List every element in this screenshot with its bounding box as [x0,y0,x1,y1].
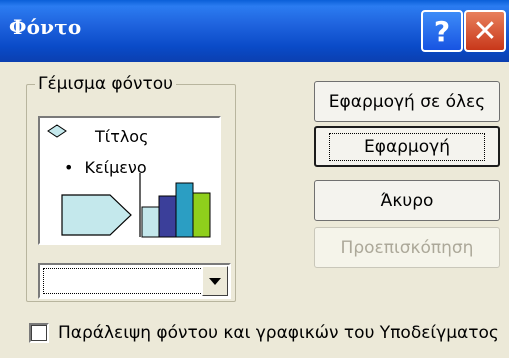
preview-bar-1 [141,206,160,238]
apply-all-label: Εφαρμογή σε όλες [328,91,486,112]
preview-button[interactable]: Προεπισκόπηση [314,227,500,268]
preview-diamond-icon [47,124,67,138]
cancel-label: Άκυρο [380,190,434,211]
apply-button[interactable]: Εφαρμογή [314,126,500,167]
chevron-down-icon [209,277,221,285]
dropdown-arrow-button[interactable] [202,266,228,296]
preview-bar-3 [175,182,194,238]
cancel-button[interactable]: Άκυρο [314,180,500,221]
slide-preview: Τίτλος • Κείμενο [38,116,221,245]
omit-master-graphics-label: Παράλειψη φόντου και γραφικών του Υποδεί… [58,323,499,343]
close-button[interactable]: ✕ [464,10,506,52]
help-button[interactable]: ? [421,10,463,52]
help-icon: ? [433,14,451,48]
title-bar: Φόντο ? ✕ [0,0,509,62]
omit-master-graphics-checkbox[interactable] [29,323,49,343]
apply-label: Εφαρμογή [328,132,485,161]
close-icon: ✕ [472,13,498,49]
preview-bullet: • [64,158,74,177]
fill-color-value [43,268,203,294]
preview-bar-2 [158,195,177,238]
omit-master-graphics-option[interactable]: Παράλειψη φόντου και γραφικών του Υποδεί… [29,319,499,347]
preview-label: Προεπισκόπηση [340,237,474,258]
preview-body: • Κείμενο [64,158,147,177]
preview-title: Τίτλος [95,127,149,146]
window-title: Φόντο [9,15,82,39]
background-fill-label: Γέμισμα φόντου [35,74,177,94]
preview-arrow-shape [61,194,132,236]
preview-bar-chart [139,173,211,238]
apply-all-button[interactable]: Εφαρμογή σε όλες [314,81,500,122]
preview-bar-4 [192,192,211,238]
fill-color-dropdown[interactable] [38,263,231,299]
